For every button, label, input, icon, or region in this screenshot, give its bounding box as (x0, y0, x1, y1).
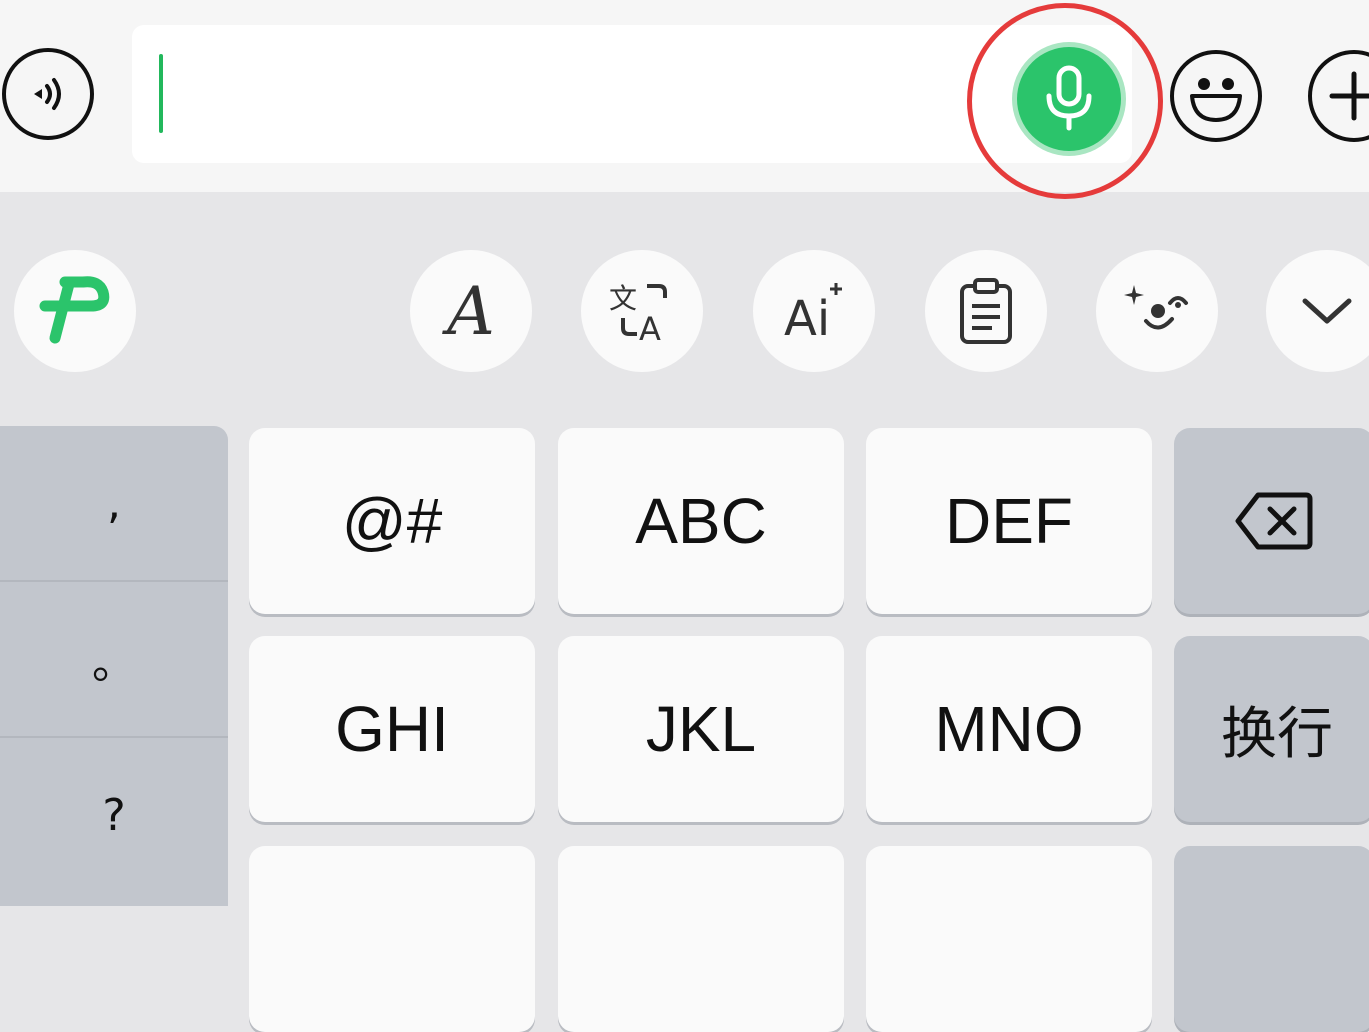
backspace-key[interactable] (1174, 428, 1369, 614)
collapse-toolbar-button[interactable] (1266, 250, 1369, 372)
clipboard-button[interactable] (925, 250, 1047, 372)
font-style-icon: A (447, 272, 495, 350)
chevron-down-icon (1302, 298, 1352, 324)
key-row3-2[interactable] (558, 846, 844, 1032)
sound-wave-icon (34, 78, 61, 110)
key-symbols[interactable]: @# (249, 428, 535, 614)
punct-key-question[interactable]: ? (0, 738, 228, 892)
mic-highlight-ring (967, 3, 1163, 199)
key-row3-1[interactable] (249, 846, 535, 1032)
translate-button[interactable]: 文 A (581, 250, 703, 372)
svg-text:文: 文 (609, 282, 637, 315)
ai-writing-icon: Ai (784, 283, 842, 343)
enter-key-label: 换行 (1221, 701, 1333, 767)
key-row3-3[interactable] (866, 846, 1152, 1032)
key-jkl[interactable]: JKL (558, 636, 844, 822)
emoji-button[interactable] (1170, 50, 1262, 142)
input-bar (0, 0, 1369, 199)
translate-icon: 文 A (609, 282, 667, 344)
ime-logo-icon (39, 276, 110, 344)
add-button[interactable] (1308, 50, 1369, 142)
key-ghi[interactable]: GHI (249, 636, 535, 822)
enter-key[interactable]: 换行 (1174, 636, 1369, 822)
punct-key-period[interactable]: 。 (0, 582, 228, 736)
text-cursor (159, 54, 163, 133)
key-mno[interactable]: MNO (866, 636, 1152, 822)
plus-icon (1329, 71, 1369, 121)
key-def[interactable]: DEF (866, 428, 1152, 614)
key-abc[interactable]: ABC (558, 428, 844, 614)
punctuation-column: , 。 ? (0, 426, 228, 906)
svg-text:Ai: Ai (784, 291, 830, 343)
func-key-row3[interactable] (1174, 846, 1369, 1032)
clipboard-icon (960, 278, 1012, 344)
ai-writing-button[interactable]: Ai (753, 250, 875, 372)
font-style-button[interactable]: A (410, 250, 532, 372)
sticker-button[interactable] (1096, 250, 1218, 372)
sticker-face-icon (1124, 285, 1188, 330)
smiley-face-icon (1190, 78, 1242, 122)
voice-toggle-button[interactable] (2, 48, 94, 140)
ime-logo-button[interactable] (14, 250, 136, 372)
punct-key-comma[interactable]: , (0, 426, 228, 580)
backspace-icon (1235, 492, 1313, 550)
svg-text:A: A (639, 310, 661, 344)
